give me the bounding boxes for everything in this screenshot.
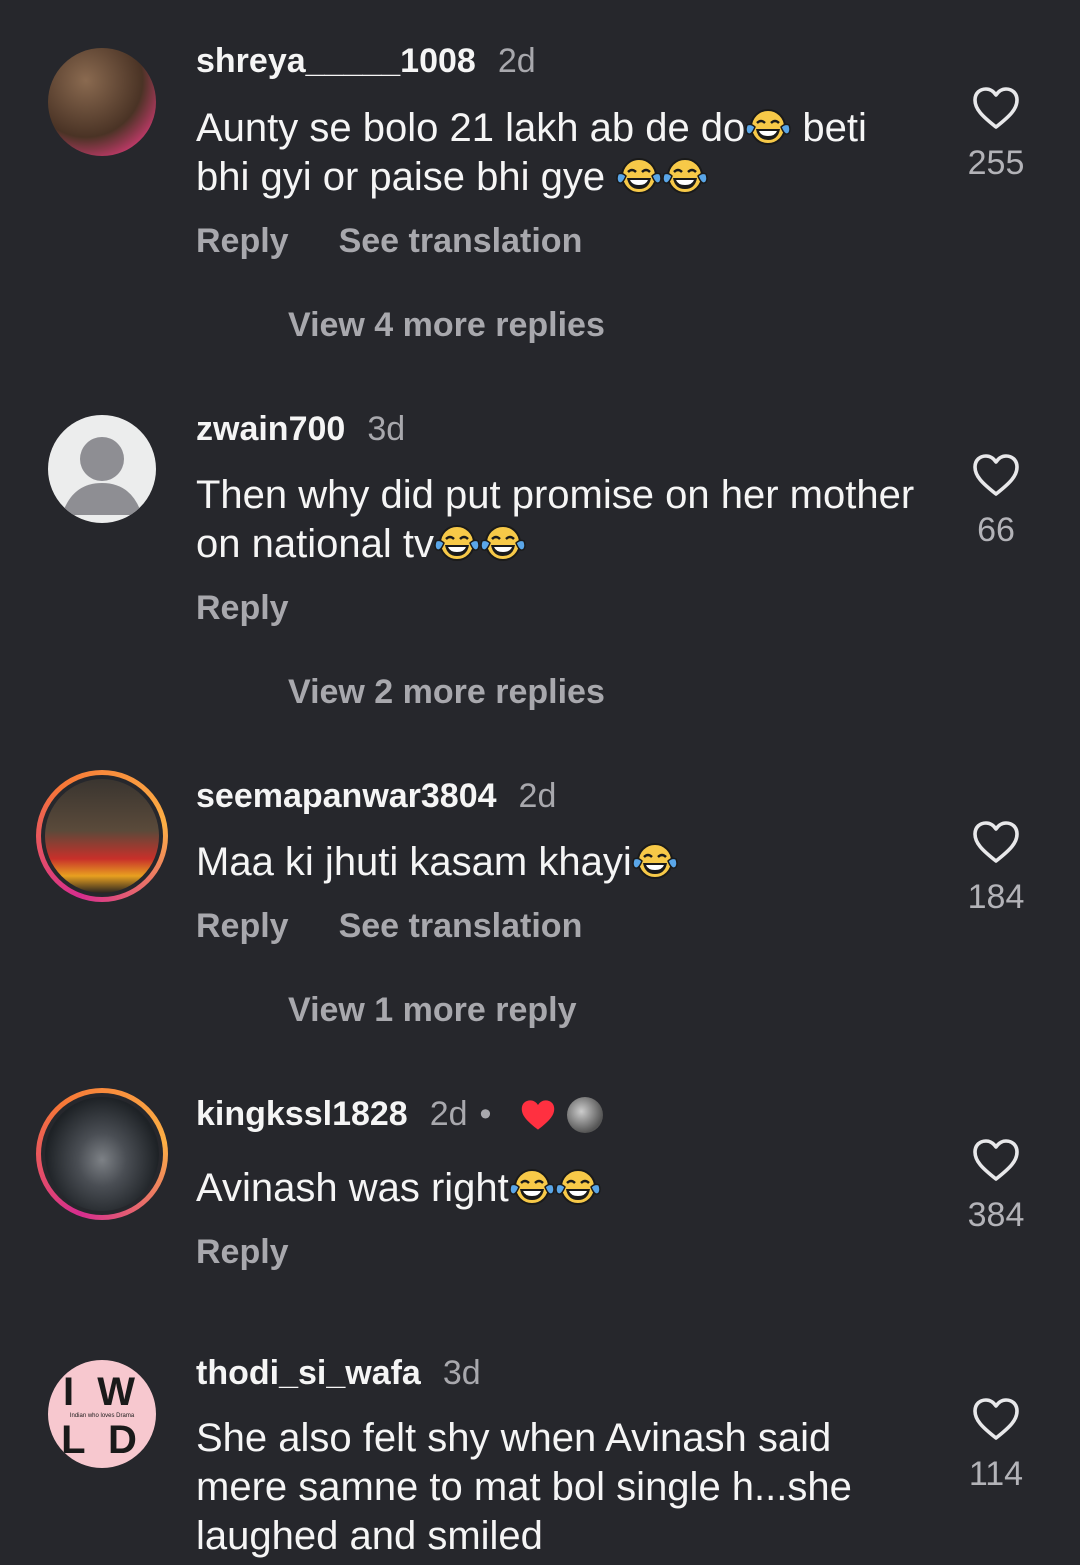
username[interactable]: seemapanwar3804: [196, 777, 497, 816]
like-count: 255: [967, 144, 1025, 182]
heart-outline-icon[interactable]: [972, 1138, 1020, 1182]
face-with-tears-of-joy-icon: [745, 107, 791, 147]
avatar[interactable]: [48, 48, 156, 156]
comment-meta: shreya_____1008 2d: [196, 42, 536, 81]
separator-dot: •: [479, 1095, 492, 1133]
timestamp: 2d: [429, 1095, 468, 1133]
timestamp: 2d: [497, 42, 536, 80]
like-area: 66: [946, 453, 1046, 550]
like-area: 114: [946, 1397, 1046, 1494]
face-with-tears-of-joy-icon: [632, 841, 678, 881]
comment-meta: seemapanwar3804 2d: [196, 777, 556, 816]
comment-actions: Reply: [196, 1233, 289, 1272]
comment-meta: thodi_si_wafa 3d: [196, 1354, 481, 1393]
comment-text: Avinash was right: [196, 1164, 916, 1213]
like-count: 114: [968, 1455, 1024, 1493]
see-translation-button[interactable]: See translation: [339, 222, 583, 261]
like-area: 184: [946, 820, 1046, 917]
like-area: 255: [946, 86, 1046, 183]
like-count: 184: [967, 878, 1025, 916]
red-heart-icon: [522, 1099, 555, 1130]
comment-actions: Reply: [196, 589, 289, 628]
avatar: [45, 1097, 159, 1211]
face-with-tears-of-joy-icon: [509, 1167, 555, 1207]
face-with-tears-of-joy-icon: [616, 156, 662, 196]
comment-actions: Reply See translation: [196, 907, 582, 946]
default-user-icon: [62, 437, 142, 515]
face-with-tears-of-joy-icon: [555, 1167, 601, 1207]
view-more-replies[interactable]: View 4 more replies: [288, 306, 605, 345]
username[interactable]: shreya_____1008: [196, 42, 476, 81]
avatar-logo[interactable]: I W Indian who loves Drama L D: [48, 1360, 156, 1468]
creator-avatar: [567, 1096, 604, 1133]
username[interactable]: kingkssl1828: [196, 1095, 408, 1134]
see-translation-button[interactable]: See translation: [339, 907, 583, 946]
timestamp: 3d: [367, 410, 406, 448]
comment-meta: kingkssl1828 2d •: [196, 1095, 604, 1134]
comment-actions: Reply See translation: [196, 222, 582, 261]
reply-button[interactable]: Reply: [196, 222, 289, 261]
face-with-tears-of-joy-icon: [434, 523, 480, 563]
heart-outline-icon[interactable]: [972, 453, 1020, 497]
avatar-story-ring[interactable]: [36, 770, 168, 902]
comment-text: She also felt shy when Avinash said mere…: [196, 1416, 852, 1558]
comment-text: Aunty se bolo 21 lakh ab de do beti bhi …: [196, 106, 867, 199]
username[interactable]: zwain700: [196, 410, 345, 449]
reply-button[interactable]: Reply: [196, 1233, 289, 1272]
like-area: 384: [946, 1138, 1046, 1235]
face-with-tears-of-joy-icon: [662, 156, 708, 196]
view-more-replies[interactable]: View 2 more replies: [288, 673, 605, 712]
comment-meta: zwain700 3d: [196, 410, 405, 449]
view-more-replies[interactable]: View 1 more reply: [288, 991, 577, 1030]
timestamp: 3d: [442, 1354, 481, 1392]
reply-button[interactable]: Reply: [196, 907, 289, 946]
comment-text: Maa ki jhuti kasam khayi: [196, 838, 916, 887]
avatar-default[interactable]: [48, 415, 156, 523]
timestamp: 2d: [518, 777, 557, 815]
face-with-tears-of-joy-icon: [480, 523, 526, 563]
like-count: 384: [967, 1196, 1025, 1234]
avatar: [45, 779, 159, 893]
reply-button[interactable]: Reply: [196, 589, 289, 628]
heart-outline-icon[interactable]: [972, 820, 1020, 864]
comment-text: Then why did put promise on her mother o…: [196, 473, 915, 566]
avatar-story-ring[interactable]: [36, 1088, 168, 1220]
like-count: 66: [977, 511, 1015, 549]
heart-outline-icon[interactable]: [972, 86, 1020, 130]
heart-outline-icon[interactable]: [972, 1397, 1020, 1441]
username[interactable]: thodi_si_wafa: [196, 1354, 421, 1393]
